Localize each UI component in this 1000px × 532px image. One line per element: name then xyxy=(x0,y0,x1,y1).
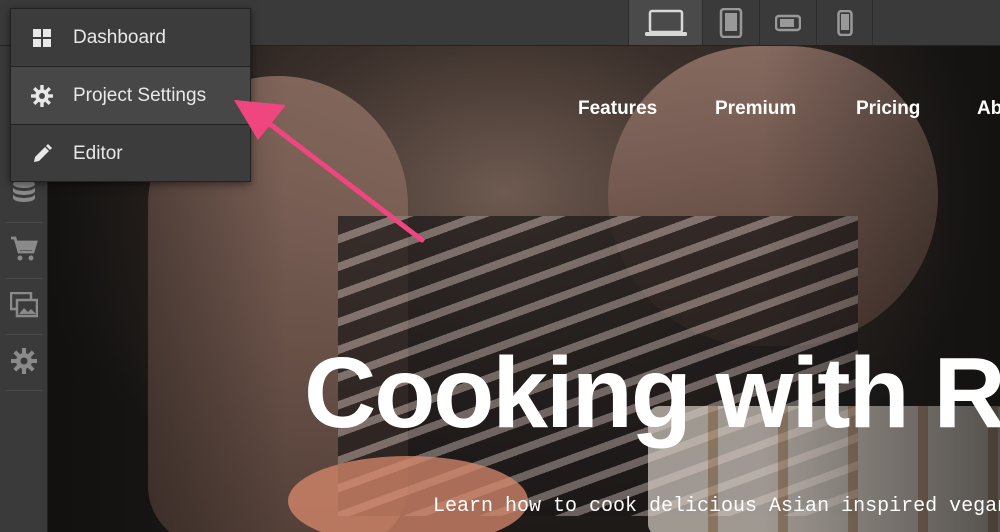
media-button[interactable] xyxy=(9,290,39,320)
tablet-icon xyxy=(719,7,743,38)
desktop-icon xyxy=(644,9,687,36)
sidebar-divider xyxy=(6,390,42,391)
tablet-landscape-icon xyxy=(775,14,801,31)
menu-item-label: Dashboard xyxy=(73,26,166,48)
site-nav-features[interactable]: Features xyxy=(578,98,657,120)
menu-item-label: Project Settings xyxy=(73,84,207,106)
phone-icon xyxy=(836,9,853,36)
pencil-icon xyxy=(31,143,53,165)
main-dropdown-menu: Dashboard Project Settings Editor xyxy=(10,8,251,182)
gear-icon xyxy=(31,84,53,107)
phone-view-button[interactable] xyxy=(816,0,873,45)
menu-item-project-settings[interactable]: Project Settings xyxy=(11,67,250,124)
gear-icon xyxy=(11,348,37,374)
sidebar-divider xyxy=(6,278,42,279)
sidebar-divider xyxy=(6,222,42,223)
menu-item-editor[interactable]: Editor xyxy=(11,125,250,182)
images-icon xyxy=(10,292,38,318)
device-switcher xyxy=(628,0,873,45)
database-icon xyxy=(13,180,35,202)
menu-item-dashboard[interactable]: Dashboard xyxy=(11,9,250,66)
tablet-view-button[interactable] xyxy=(702,0,759,45)
site-nav-premium[interactable]: Premium xyxy=(715,98,796,120)
site-nav-about[interactable]: Ab xyxy=(977,98,1000,120)
grid-icon xyxy=(31,27,53,49)
database-button[interactable] xyxy=(9,178,39,208)
store-button[interactable] xyxy=(9,234,39,264)
sidebar-divider xyxy=(6,334,42,335)
hero-subtitle: Learn how to cook delicious Asian inspir… xyxy=(433,495,1000,518)
tablet-landscape-view-button[interactable] xyxy=(759,0,816,45)
desktop-view-button[interactable] xyxy=(628,0,702,45)
cart-icon xyxy=(11,236,38,261)
settings-button[interactable] xyxy=(9,346,39,376)
hero-title: Cooking with R xyxy=(304,337,1000,449)
menu-item-label: Editor xyxy=(73,142,123,164)
site-nav-pricing[interactable]: Pricing xyxy=(856,98,920,120)
